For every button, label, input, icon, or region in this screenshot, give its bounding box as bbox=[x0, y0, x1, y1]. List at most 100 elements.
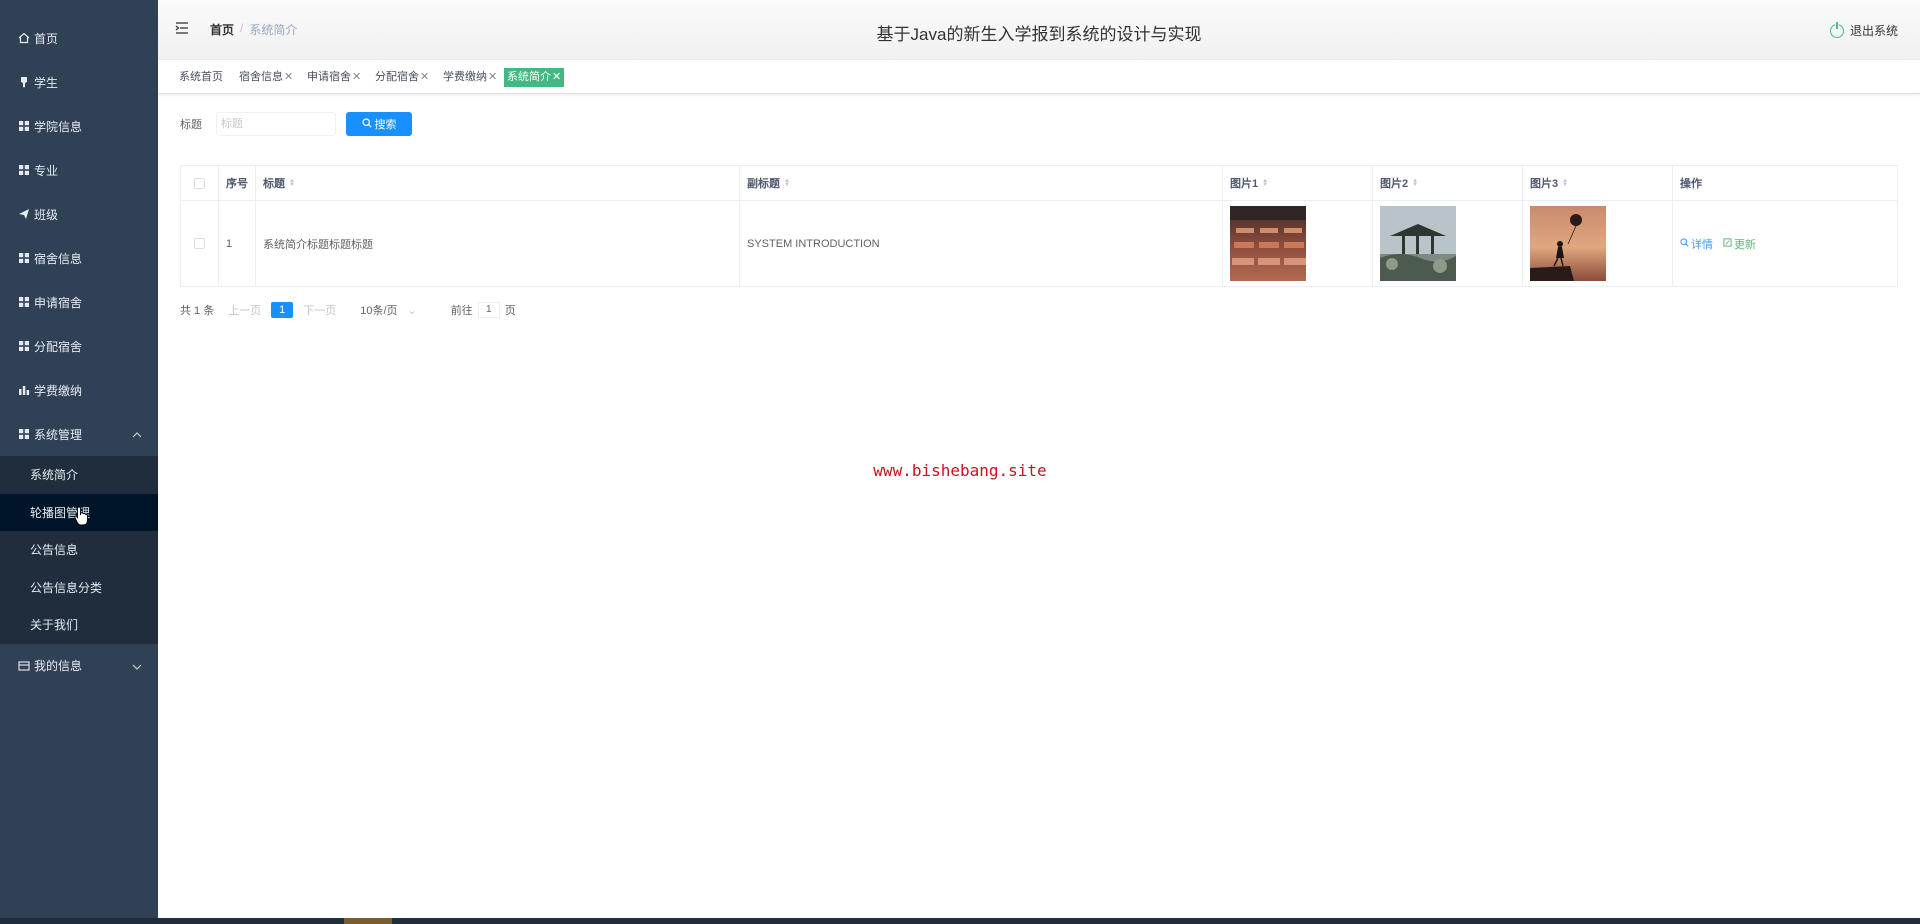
pavilion-photo[interactable] bbox=[1380, 206, 1456, 281]
id-card-icon bbox=[18, 660, 30, 672]
page-number-button[interactable]: 1 bbox=[271, 302, 294, 318]
sidebar-item-label: 首页 bbox=[34, 31, 59, 46]
sidebar-item-class[interactable]: 班级 bbox=[0, 192, 158, 236]
table-header: 序号 标题 ▲ ▼ 副标题 ▲ ▼ 图片1 ▲ ▼ 图片2 ▲ ▼ 图片3 ▲ ▼ 操作 bbox=[181, 166, 1897, 201]
row-image-3 bbox=[1523, 201, 1673, 286]
tag-assign-dorm[interactable]: 分配宿舍✕ bbox=[372, 68, 432, 87]
top-header: 首页 / 系统简介 基于Java的新生入学报到系统的设计与实现 退出系统 bbox=[158, 0, 1920, 60]
sort-icon[interactable]: ▲ ▼ bbox=[784, 178, 790, 188]
close-icon[interactable]: ✕ bbox=[352, 71, 361, 83]
submenu-item-notice[interactable]: 公告信息 bbox=[0, 531, 158, 569]
tag-label: 系统首页 bbox=[179, 71, 223, 83]
detail-button[interactable]: 详情 bbox=[1680, 236, 1713, 252]
sidebar-item-label: 分配宿舍 bbox=[34, 339, 83, 354]
header-title[interactable]: 标题 ▲ ▼ bbox=[256, 166, 740, 200]
cell-text: SYSTEM INTRODUCTION bbox=[747, 237, 880, 250]
detail-label: 详情 bbox=[1691, 238, 1713, 251]
data-table: 序号 标题 ▲ ▼ 副标题 ▲ ▼ 图片1 ▲ ▼ 图片2 ▲ ▼ 图片3 ▲ ▼ 操作 1 系统简… bbox=[180, 165, 1898, 287]
header-label: 图片1 bbox=[1230, 178, 1259, 190]
tag-system-home[interactable]: 系统首页 bbox=[176, 68, 226, 87]
girl-balloon-photo[interactable] bbox=[1530, 206, 1606, 281]
grid-icon bbox=[18, 164, 30, 176]
sidebar-item-label: 学费缴纳 bbox=[34, 383, 83, 398]
tag-label: 分配宿舍 bbox=[375, 71, 419, 83]
classroom-photo[interactable] bbox=[1230, 206, 1306, 281]
watermark: www.bishebang.site bbox=[873, 461, 1047, 480]
select-all-checkbox[interactable] bbox=[194, 177, 205, 189]
sidebar-item-tuition[interactable]: 学费缴纳 bbox=[0, 368, 158, 412]
submenu-item-about-us[interactable]: 关于我们 bbox=[0, 606, 158, 644]
row-select-cell bbox=[181, 201, 219, 286]
tag-tuition[interactable]: 学费缴纳✕ bbox=[440, 68, 500, 87]
sort-icon[interactable]: ▲ ▼ bbox=[289, 178, 295, 188]
header-label: 标题 bbox=[263, 178, 285, 190]
logout-button[interactable]: 退出系统 bbox=[1829, 21, 1898, 39]
tag-label: 申请宿舍 bbox=[307, 71, 351, 83]
search-button[interactable]: 搜索 bbox=[346, 112, 412, 136]
update-button[interactable]: 更新 bbox=[1723, 236, 1756, 252]
row-image-2 bbox=[1373, 201, 1523, 286]
sidebar-item-major[interactable]: 专业 bbox=[0, 148, 158, 192]
search-icon bbox=[1680, 237, 1689, 250]
chevron-down-icon: ⌄ bbox=[407, 304, 417, 317]
chevron-up-icon bbox=[132, 427, 142, 441]
chevron-down-icon bbox=[132, 659, 142, 673]
search-icon bbox=[361, 117, 372, 131]
cell-text: 1 bbox=[226, 237, 233, 250]
sidebar-item-label: 宿舍信息 bbox=[34, 251, 83, 266]
tags-view: 系统首页 宿舍信息✕ 申请宿舍✕ 分配宿舍✕ 学费缴纳✕ 系统简介✕ bbox=[158, 60, 1920, 94]
sidebar-item-student[interactable]: 学生 bbox=[0, 60, 158, 104]
close-icon[interactable]: ✕ bbox=[552, 71, 561, 83]
sidebar-item-label: 系统管理 bbox=[34, 427, 83, 442]
prev-page-button[interactable]: 上一页 bbox=[228, 302, 261, 318]
power-icon bbox=[1829, 21, 1844, 38]
next-page-button[interactable]: 下一页 bbox=[303, 302, 336, 318]
sort-icon[interactable]: ▲ ▼ bbox=[1262, 178, 1268, 188]
sidebar-item-label: 学院信息 bbox=[34, 119, 83, 134]
tag-label: 宿舍信息 bbox=[239, 71, 283, 83]
sidebar-item-college[interactable]: 学院信息 bbox=[0, 104, 158, 148]
tag-dorm-info[interactable]: 宿舍信息✕ bbox=[236, 68, 296, 87]
system-submenu: 系统简介 轮播图管理 公告信息 公告信息分类 关于我们 bbox=[0, 456, 158, 644]
search-button-label: 搜索 bbox=[374, 119, 397, 131]
page-size-select[interactable]: 10条/页 bbox=[360, 302, 397, 318]
sidebar-item-system-management[interactable]: 系统管理 bbox=[0, 412, 158, 456]
sidebar-item-home[interactable]: 首页 bbox=[0, 16, 158, 60]
pin-icon bbox=[18, 76, 30, 88]
sidebar-item-my-info[interactable]: 我的信息 bbox=[0, 644, 158, 688]
header-image-3[interactable]: 图片3 ▲ ▼ bbox=[1523, 166, 1673, 200]
tag-system-intro[interactable]: 系统简介✕ bbox=[504, 68, 565, 87]
goto-page-input[interactable]: 1 bbox=[477, 302, 500, 318]
pagination: 共 1 条 上一页 1 下一页 10条/页 ⌄ 前往 1 页 bbox=[180, 302, 516, 318]
close-icon[interactable]: ✕ bbox=[420, 71, 429, 83]
select-all-cell bbox=[181, 166, 219, 200]
row-checkbox[interactable] bbox=[194, 238, 205, 249]
header-subtitle[interactable]: 副标题 ▲ ▼ bbox=[740, 166, 1223, 200]
sort-icon[interactable]: ▲ ▼ bbox=[1562, 178, 1568, 188]
header-actions: 操作 bbox=[1673, 166, 1897, 200]
grid-icon bbox=[18, 340, 30, 352]
close-icon[interactable]: ✕ bbox=[488, 71, 497, 83]
sidebar-item-label: 我的信息 bbox=[34, 659, 83, 673]
cell-text: 系统简介标题标题标题 bbox=[263, 238, 373, 251]
header-image-2[interactable]: 图片2 ▲ ▼ bbox=[1373, 166, 1523, 200]
row-index: 1 bbox=[219, 201, 256, 286]
header-image-1[interactable]: 图片1 ▲ ▼ bbox=[1223, 166, 1373, 200]
submenu-item-notice-category[interactable]: 公告信息分类 bbox=[0, 569, 158, 607]
search-input[interactable] bbox=[216, 112, 336, 136]
tag-label: 系统简介 bbox=[507, 71, 551, 83]
sort-icon[interactable]: ▲ ▼ bbox=[1412, 178, 1418, 188]
sidebar-item-label: 专业 bbox=[34, 163, 59, 178]
bottom-strip bbox=[0, 918, 1920, 924]
sidebar-item-assign-dorm[interactable]: 分配宿舍 bbox=[0, 324, 158, 368]
row-actions: 详情 更新 bbox=[1673, 201, 1897, 286]
sidebar-item-dorm-info[interactable]: 宿舍信息 bbox=[0, 236, 158, 280]
header-label: 图片2 bbox=[1380, 178, 1409, 190]
close-icon[interactable]: ✕ bbox=[284, 71, 293, 83]
sidebar-item-label: 班级 bbox=[34, 207, 59, 222]
grid-icon bbox=[18, 252, 30, 264]
header-label: 副标题 bbox=[747, 178, 780, 190]
edit-icon bbox=[1723, 237, 1732, 250]
sidebar-item-apply-dorm[interactable]: 申请宿舍 bbox=[0, 280, 158, 324]
tag-apply-dorm[interactable]: 申请宿舍✕ bbox=[304, 68, 364, 87]
